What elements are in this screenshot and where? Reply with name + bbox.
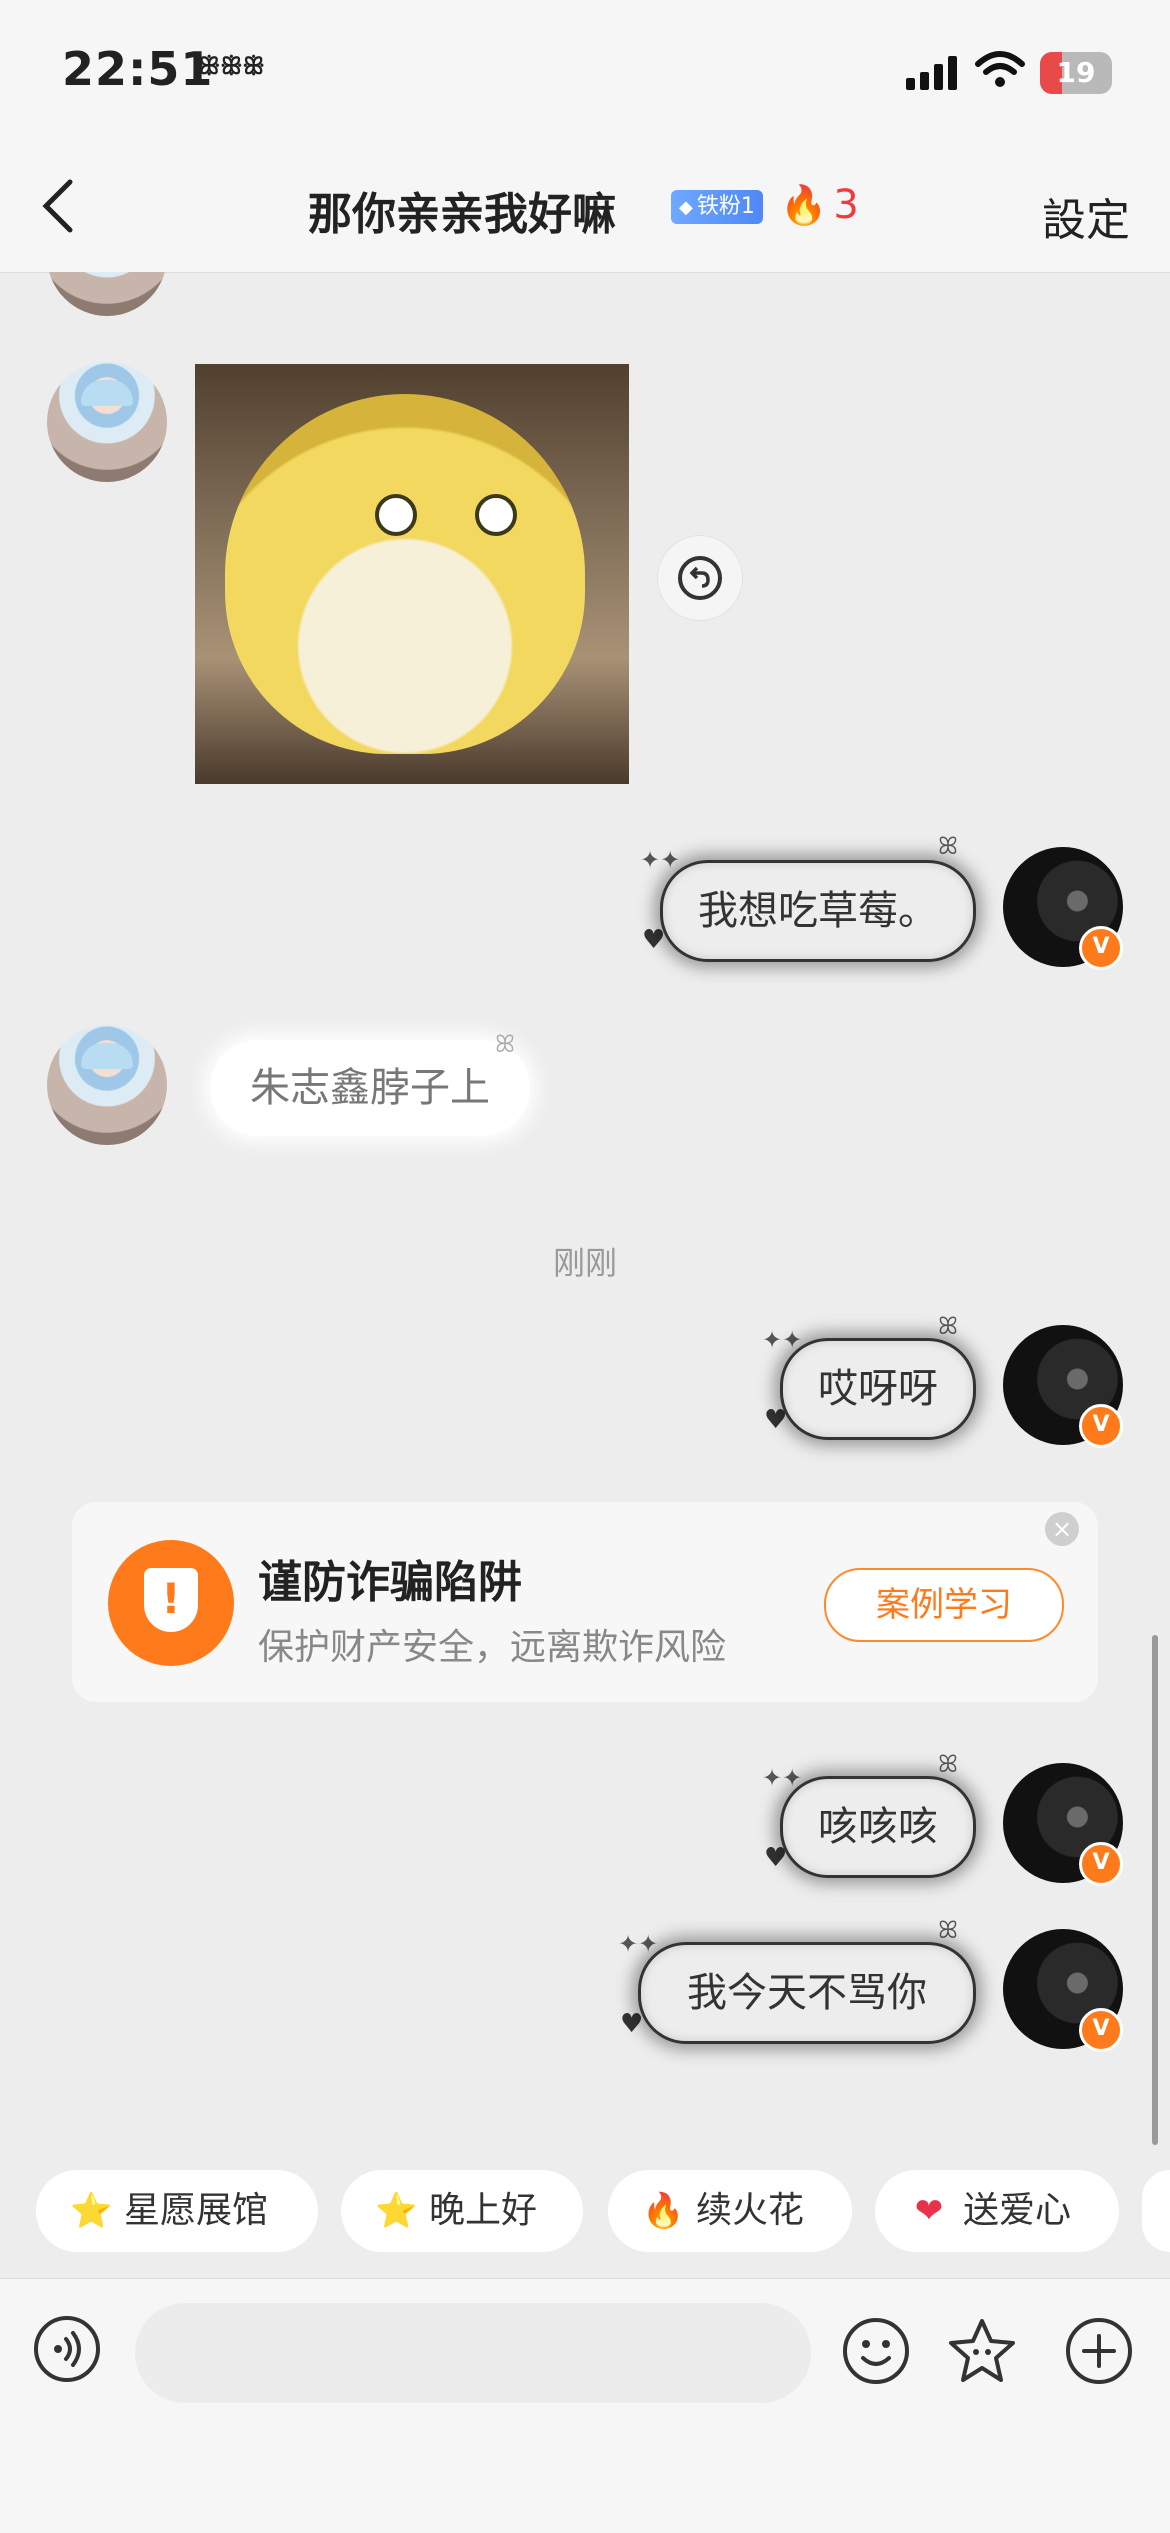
signal-icon: [906, 56, 962, 90]
chip-label: 续火花: [696, 2190, 805, 2231]
status-time: 22:51: [62, 42, 214, 96]
message-bubble-self[interactable]: 咳咳咳: [780, 1776, 976, 1878]
undo-icon[interactable]: [657, 535, 743, 621]
fan-level-badge: ◆ 铁粉1: [671, 190, 763, 224]
heart-decoration: ♥: [620, 2009, 644, 2039]
verified-badge: V: [1079, 926, 1123, 970]
image-message[interactable]: [195, 364, 629, 784]
chip-label: 送爱心: [963, 2190, 1072, 2231]
fan-level-text: 铁粉1: [696, 194, 755, 219]
message-bubble-self[interactable]: 哎呀呀: [780, 1338, 976, 1440]
quick-reply-chip[interactable]: 🔥 续火花: [608, 2170, 852, 2252]
case-study-button[interactable]: 案例学习: [824, 1568, 1064, 1642]
fire-icon: 🔥: [642, 2191, 685, 2231]
quick-reply-chip[interactable]: [1142, 2170, 1170, 2252]
fire-icon: 🔥: [780, 183, 828, 227]
settings-button[interactable]: 設定: [1042, 184, 1130, 248]
wifi-icon: [975, 50, 1025, 94]
star-icon[interactable]: [947, 2316, 1017, 2386]
bow-decoration: ꕤ: [938, 832, 958, 860]
bow-decoration: ꕤ: [938, 1916, 958, 1944]
sparkle-decoration: ✦✦: [640, 846, 681, 874]
verified-badge: V: [1079, 1404, 1123, 1448]
shield-icon: !: [108, 1540, 234, 1666]
verified-badge: V: [1079, 2008, 1123, 2052]
bow-decoration: ꕤ: [938, 1750, 958, 1778]
chip-label: 星愿展馆: [124, 2190, 269, 2231]
voice-icon[interactable]: [34, 2316, 100, 2382]
diamond-icon: ◆: [679, 197, 693, 218]
quick-reply-chip[interactable]: ❤ 送爱心: [875, 2170, 1119, 2252]
bow-decoration: ꕤ: [495, 1030, 515, 1058]
fraud-card-subtitle: 保护财产安全，远离欺诈风险: [258, 1627, 727, 1668]
quick-reply-chip[interactable]: ⭐ 星愿展馆: [36, 2170, 318, 2252]
sticker-image: [225, 394, 585, 754]
chat-title[interactable]: 那你亲亲我好嘛: [308, 178, 616, 242]
bow-decoration: ꕤ: [938, 1312, 958, 1340]
battery-indicator: 19: [1040, 52, 1112, 94]
star-icon: ⭐: [70, 2191, 113, 2231]
message-bubble-self[interactable]: 我想吃草莓。: [660, 860, 976, 962]
message-bubble-other[interactable]: 朱志鑫脖子上: [210, 1040, 530, 1136]
chevron-left-icon[interactable]: [30, 176, 90, 236]
heart-icon: ❤: [914, 2191, 944, 2231]
chip-label: 晚上好: [429, 2190, 538, 2231]
emoji-icon[interactable]: [841, 2316, 911, 2386]
battery-level: 19: [1056, 56, 1096, 89]
plus-icon[interactable]: [1064, 2316, 1134, 2386]
status-time-extra: ꕥꕥꕥ: [198, 52, 265, 80]
avatar[interactable]: [47, 1025, 167, 1145]
scrollbar[interactable]: [1152, 1635, 1158, 2145]
avatar[interactable]: [47, 362, 167, 482]
sparkle-decoration: ✦✦: [618, 1930, 659, 1958]
fraud-card-title: 谨防诈骗陷阱: [258, 1557, 522, 1608]
star-icon: ⭐: [375, 2191, 418, 2231]
close-icon[interactable]: ×: [1045, 1512, 1079, 1546]
message-bubble-self[interactable]: 我今天不骂你: [638, 1942, 976, 2044]
time-divider: 刚刚: [552, 1244, 617, 1282]
message-input[interactable]: [135, 2303, 811, 2403]
streak-count: 3: [833, 182, 859, 228]
verified-badge: V: [1079, 1842, 1123, 1886]
streak-counter: 🔥 3: [780, 182, 859, 228]
quick-reply-chip[interactable]: ⭐ 晚上好: [341, 2170, 583, 2252]
